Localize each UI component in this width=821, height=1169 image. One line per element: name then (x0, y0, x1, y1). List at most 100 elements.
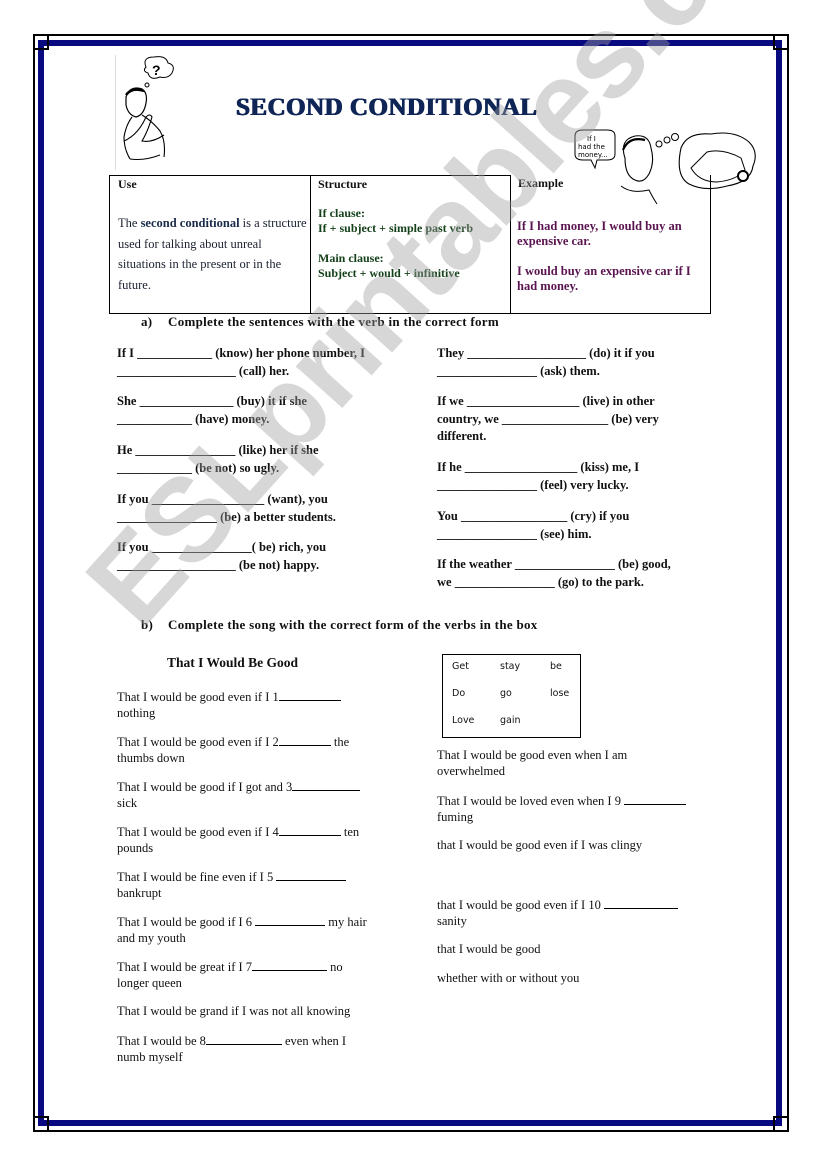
main-clause-label: Main clause: (318, 251, 384, 265)
song-text: That I would be good even if I 2 (117, 735, 279, 749)
exercise-line: If you ________________( be) rich, you (117, 540, 327, 554)
song-text: numb myself (117, 1049, 183, 1064)
answer-blank-5[interactable] (276, 869, 347, 881)
answer-blank-1[interactable] (278, 689, 341, 701)
exercise-line: we ________________ (go) to the park. (437, 574, 644, 589)
song-text: That I would be good if I 6 (117, 915, 256, 929)
section-a-heading: a) Complete the sentences with the verb i… (141, 314, 499, 330)
exercise-a-item: If he __________________ (kiss) me, I ___… (437, 459, 737, 494)
word-box-item: lose (550, 688, 570, 699)
answer-blank-4[interactable] (278, 824, 341, 836)
song-text: fuming (437, 809, 474, 824)
table-cell-example: Example If I had money, I would buy an e… (510, 175, 711, 314)
song-text: overwhelmed (437, 763, 506, 778)
exercise-line: ___________________ (call) her. (117, 363, 290, 378)
border-corner-bl (33, 1116, 49, 1132)
exercise-line: If I ____________ (know) her phone numbe… (117, 346, 365, 360)
song-text: That I would be fine even if I 5 (117, 870, 277, 884)
exercise-line: You _________________ (cry) if you (437, 509, 630, 523)
exercise-line: ________________ (see) him. (437, 526, 592, 541)
song-text: my hair (325, 915, 367, 929)
song-text: that I would be good even if I was cling… (437, 838, 643, 852)
table-cell-use: Use The second conditional is a structur… (109, 175, 311, 314)
song-text: ten (340, 825, 360, 839)
exercise-a-item: She _______________ (buy) it if she _____… (117, 393, 417, 428)
song-line: That I would be good even when I am overw… (437, 748, 717, 779)
song-line: That I would be loved even when I 9 fumi… (437, 793, 717, 825)
section-b-heading: b) Complete the song with the correct for… (141, 617, 538, 633)
section-b-marker: b) (141, 617, 154, 632)
answer-blank-2[interactable] (278, 734, 331, 746)
exercise-line: ________________ (feel) very lucky. (437, 477, 629, 492)
example-sentence: If I had money, I would buy an expensive… (517, 219, 682, 248)
song-text: That I would be good even when I am (437, 748, 628, 762)
main-clause-formula: Subject + would + infinitive (318, 266, 460, 280)
exercise-line: ____________ (be not) so ugly. (117, 460, 280, 475)
word-box: Get stay be Do go lose Love gain (442, 654, 581, 738)
structure-description: If clause: If + subject + simple past ve… (318, 206, 508, 281)
song-text: that I would be good (437, 942, 541, 956)
reference-table: Use The second conditional is a structur… (109, 175, 711, 314)
song-text: sanity (437, 913, 467, 928)
exercise-line: ____________ (have) money. (117, 411, 270, 426)
song-line: That I would be good even if I 2 the thum… (117, 734, 397, 766)
song-line: That I would be good if I 6 my hair and m… (117, 914, 397, 946)
exercise-a-item: If you ________________( be) rich, you __… (117, 539, 417, 574)
if-clause-label: If clause: (318, 206, 365, 220)
answer-blank-6[interactable] (255, 914, 326, 926)
table-header-example: Example (518, 176, 564, 190)
answer-blank-10[interactable] (603, 897, 678, 909)
exercise-line: ________________ (ask) them. (437, 363, 600, 378)
answer-blank-7[interactable] (252, 959, 328, 971)
song-text: bankrupt (117, 885, 162, 900)
section-a-marker: a) (141, 314, 153, 329)
exercise-a-item: If the weather ________________ (be) goo… (437, 556, 737, 591)
answer-blank-3[interactable] (292, 779, 361, 791)
exercise-line: If he __________________ (kiss) me, I (437, 460, 640, 474)
song-text: even when I (281, 1034, 347, 1048)
exercise-a-item: They ___________________ (do) it if you _… (437, 345, 737, 380)
exercise-a-item: If I ____________ (know) her phone numbe… (117, 345, 417, 380)
song-text: That I would be 8 (117, 1034, 206, 1048)
exercise-line: ________________ (be) a better students. (117, 509, 336, 524)
song-title: That I Would Be Good (167, 655, 299, 670)
answer-blank-8[interactable] (205, 1033, 282, 1045)
thinking-man-clipart: ? (115, 55, 188, 170)
song-line: That I would be grand if I was not all k… (117, 1004, 397, 1020)
if-clause-formula: If + subject + simple past verb (318, 221, 474, 235)
border-corner-br (773, 1116, 789, 1132)
speech-bubble-text: If I (587, 135, 596, 143)
song-line: That I would be good even if I 1 nothing (117, 689, 397, 721)
song-text: That I would be good even if I 1 (117, 690, 279, 704)
song-text: nothing (117, 705, 156, 720)
example-sentence: I would buy an expensive car if I had mo… (517, 264, 691, 293)
song-line: That I would be great if I 7 no longer qu… (117, 959, 397, 991)
song-text: That I would be good even if I 4 (117, 825, 279, 839)
song-text: whether with or without you (437, 971, 580, 985)
song-text: That I would be grand if I was not all k… (117, 1004, 351, 1018)
table-cell-structure: Structure If clause: If + subject + simp… (310, 175, 511, 314)
word-box-item: Do (452, 688, 466, 699)
song-text: that I would be good even if I 10 (437, 898, 604, 912)
svg-text:?: ? (152, 62, 161, 78)
exercise-line: country, we _________________ (be) very (437, 411, 659, 426)
svg-text:money...: money... (578, 151, 608, 159)
exercise-line: If you __________________ (want), you (117, 492, 328, 506)
use-text-pre: The (118, 216, 141, 230)
use-description: The second conditional is a structure us… (118, 213, 308, 295)
song-text: That I would be great if I 7 (117, 960, 253, 974)
song-text: longer queen (117, 975, 182, 990)
word-box-item: be (550, 661, 562, 672)
page-title: SECOND CONDITIONAL (236, 94, 538, 121)
answer-blank-9[interactable] (624, 793, 687, 805)
word-box-item: Get (452, 661, 469, 672)
song-line: That I would be good even if I 4 ten poun… (117, 824, 397, 856)
exercise-line: If the weather ________________ (be) goo… (437, 557, 671, 571)
exercise-line: They ___________________ (do) it if you (437, 346, 655, 360)
word-box-item: go (500, 688, 512, 699)
song-line: that I would be good (437, 942, 717, 958)
song-line: that I would be good even if I 10 sanity (437, 897, 717, 929)
exercise-line: ___________________ (be not) happy. (117, 557, 320, 572)
word-box-item: gain (500, 715, 521, 726)
song-text: no (327, 960, 343, 974)
